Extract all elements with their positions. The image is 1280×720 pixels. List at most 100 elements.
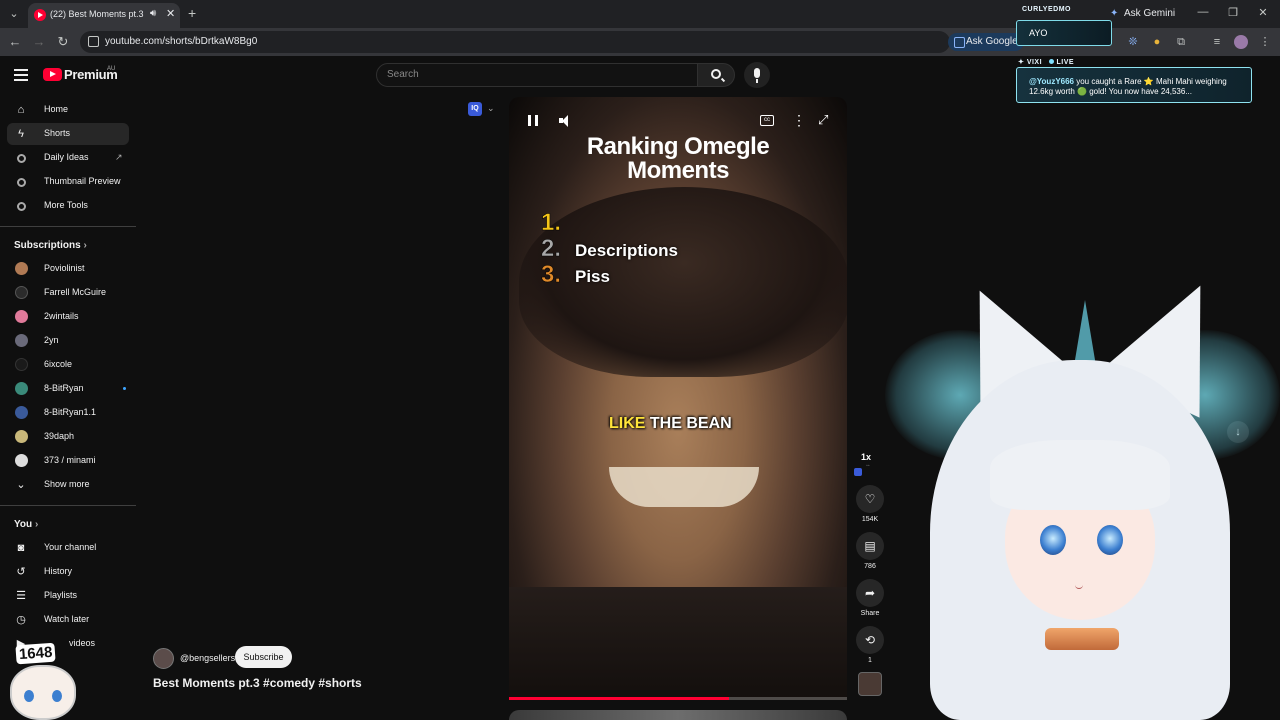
tab-close-icon[interactable]: ✕ <box>166 7 175 20</box>
subscription-item[interactable]: 2yn <box>7 330 129 352</box>
address-bar[interactable]: youtube.com/shorts/bDrtkaW8Bg0 <box>80 31 950 53</box>
channel-handle[interactable]: @bengsellers <box>180 653 235 663</box>
sidebar-item-label: Home <box>44 104 69 114</box>
subscription-item[interactable]: 39daph <box>7 426 129 448</box>
avatar <box>15 262 28 275</box>
volume-icon[interactable] <box>559 114 573 127</box>
tab-audio-icon[interactable]: 🔊︎ <box>150 8 156 19</box>
forward-button[interactable]: → <box>31 34 47 50</box>
sidebar-item-daily-ideas[interactable]: Daily Ideas ↗ <box>7 147 129 169</box>
remix-icon[interactable]: ⟲ <box>856 626 884 654</box>
fullscreen-icon[interactable]: ⤢ <box>818 112 828 128</box>
comment-icon[interactable]: ▤ <box>856 532 884 560</box>
subscription-label: 8-BitRyan <box>44 383 84 393</box>
pause-icon[interactable] <box>528 115 538 126</box>
caption-rest: THE BEAN <box>645 415 732 432</box>
avatar <box>15 310 28 323</box>
sidebar-item-your-channel[interactable]: ◙ Your channel <box>7 537 129 559</box>
shorts-icon: ϟ <box>18 128 24 140</box>
channel-avatar[interactable] <box>153 648 174 669</box>
minimize-button[interactable]: — <box>1193 6 1213 18</box>
coin-extension-icon[interactable]: ● <box>1150 35 1164 49</box>
sidebar-item-thumbnail-preview[interactable]: Thumbnail Preview <box>7 171 129 193</box>
captions-icon[interactable]: cc <box>760 115 774 126</box>
chat-bubble-text: AYO <box>1029 28 1048 38</box>
maximize-button[interactable]: ❐ <box>1223 6 1243 19</box>
bluetooth-icon[interactable]: ❊ <box>1126 35 1140 49</box>
playback-speed-button[interactable]: 1x <box>861 452 871 462</box>
short-video-player[interactable]: cc ⋮ ⤢ Ranking Omegle Moments 1. 2. Desc… <box>509 97 847 700</box>
subscriptions-heading-label: Subscriptions <box>14 240 81 251</box>
youtube-logo-icon[interactable] <box>43 68 62 81</box>
chevron-down-icon[interactable]: ⌄ <box>487 103 495 114</box>
short-title[interactable]: Best Moments pt.3 #comedy #shorts <box>153 676 362 690</box>
show-more-button[interactable]: ⌄ Show more <box>7 474 129 496</box>
share-icon[interactable]: ➦ <box>856 579 884 607</box>
subscribe-button[interactable]: Subscribe <box>235 646 292 668</box>
sidebar-item-watch-later[interactable]: ◷ Watch later <box>7 609 129 631</box>
subscription-item[interactable]: 8-BitRyan <box>7 378 129 400</box>
extension-icon <box>17 178 26 187</box>
ask-gemini-button[interactable]: ✦ Ask Gemini <box>1106 5 1183 23</box>
show-more-label: Show more <box>44 479 90 489</box>
live-dot-icon <box>1048 59 1054 64</box>
subscriptions-heading[interactable]: Subscriptions › <box>14 240 87 251</box>
sidebar-divider <box>0 505 136 506</box>
profile-avatar[interactable] <box>1234 35 1248 49</box>
sidebar-item-label: videos <box>69 638 96 648</box>
sidebar-item-home[interactable]: ⌂ Home <box>7 99 129 121</box>
voice-search-icon[interactable] <box>744 62 770 88</box>
remix-action[interactable]: ⟲ 1 <box>856 626 884 664</box>
you-heading[interactable]: You › <box>14 519 38 530</box>
sidebar-item-label: Playlists <box>44 590 78 600</box>
iq-extension-icon[interactable]: IQ <box>468 102 482 116</box>
comments-action[interactable]: ▤ 786 <box>856 532 884 570</box>
next-short-preview[interactable] <box>509 710 847 720</box>
rank-text: Piss <box>575 267 610 286</box>
sidebar-item-playlists[interactable]: ☰ Playlists <box>7 585 129 607</box>
playlists-icon: ☰ <box>16 590 26 602</box>
subscription-item[interactable]: 373 / minami <box>7 450 129 472</box>
browser-tab[interactable]: (22) Best Moments pt.3 #co 🔊︎ ✕ <box>28 3 180 28</box>
extension-icon <box>17 202 26 211</box>
sidebar-item-label: Your channel <box>44 542 97 552</box>
avatar <box>15 286 28 299</box>
share-action[interactable]: ➦ Share <box>856 579 884 617</box>
sidebar-item-history[interactable]: ↺ History <box>7 561 129 583</box>
like-action[interactable]: ♡ 154K <box>856 485 884 523</box>
subscription-item[interactable]: 2wintails <box>7 306 129 328</box>
overlay-title-line: Moments <box>627 157 729 184</box>
site-info-icon[interactable] <box>88 36 99 47</box>
channel-thumbnail[interactable] <box>858 672 882 696</box>
reload-button[interactable]: ↻ <box>55 34 71 50</box>
subscription-item[interactable]: Poviolinist <box>7 258 129 280</box>
new-tab-button[interactable]: + <box>188 5 196 21</box>
extensions-icon[interactable]: ⧉ <box>1174 35 1188 49</box>
reading-list-icon[interactable]: ≡ <box>1210 35 1224 49</box>
chat-user: @YouzY666 <box>1029 77 1074 86</box>
like-icon[interactable]: ♡ <box>856 485 884 513</box>
search-input[interactable]: Search <box>376 63 698 87</box>
search-icon <box>711 69 721 79</box>
sidebar-item-label: Watch later <box>44 614 90 624</box>
sidebar-item-more-tools[interactable]: More Tools <box>7 195 129 217</box>
tab-search-icon[interactable]: ⌄ <box>6 6 22 22</box>
browser-menu-icon[interactable]: ⋮ <box>1258 35 1272 49</box>
back-button[interactable]: ← <box>7 34 23 50</box>
subscription-item[interactable]: Farrell McGuire <box>7 282 129 304</box>
subscription-label: 39daph <box>44 431 75 441</box>
guide-menu-icon[interactable] <box>14 69 28 81</box>
subscription-item[interactable]: 6ixcole <box>7 354 129 376</box>
more-options-icon[interactable]: ⋮ <box>792 112 806 129</box>
sidebar-divider <box>0 226 136 227</box>
avatar <box>15 358 28 371</box>
sidebar-item-shorts[interactable]: ϟ Shorts <box>7 123 129 145</box>
close-window-button[interactable]: ✕ <box>1253 6 1273 19</box>
new-content-dot <box>123 387 126 390</box>
vtuber-fringe <box>990 440 1170 510</box>
iq-mini-icon[interactable] <box>854 468 862 476</box>
subscription-item[interactable]: 8-BitRyan1.1 <box>7 402 129 424</box>
video-progress-bar[interactable] <box>509 697 847 700</box>
search-button[interactable] <box>697 63 735 87</box>
ask-google-button[interactable]: Ask Google <box>948 33 1024 51</box>
